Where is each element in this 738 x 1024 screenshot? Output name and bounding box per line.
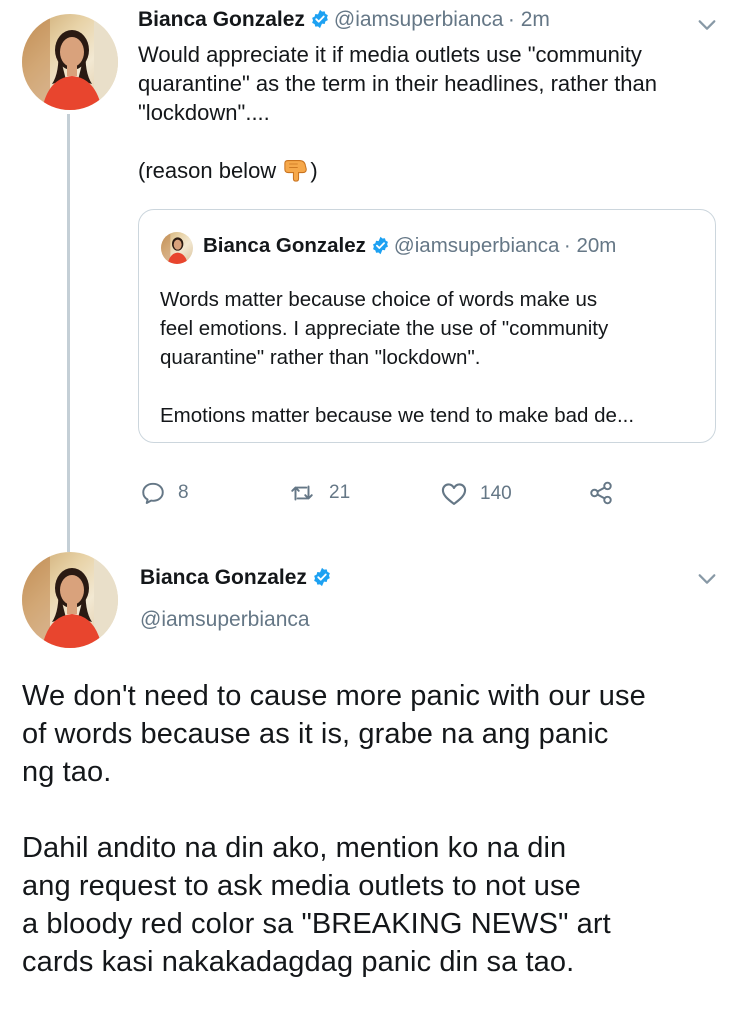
quoted-text-line: Emotions matter because we tend to make … — [160, 404, 635, 427]
tweet-text-line: We don't need to cause more panic with o… — [22, 680, 646, 712]
reason-close: ) — [310, 158, 318, 183]
profile-photo-icon — [22, 552, 118, 648]
tweet-header: Bianca Gonzalez @iamsuperbianca · 2m — [138, 8, 550, 32]
profile-photo-icon — [161, 232, 188, 264]
like-button[interactable]: 140 — [440, 480, 512, 508]
share-button[interactable] — [588, 480, 626, 506]
quoted-text-line: Words matter because choice of words mak… — [160, 288, 598, 311]
tweet-text-line: Would appreciate it if media outlets use… — [138, 42, 642, 67]
chevron-down-icon[interactable] — [696, 568, 718, 590]
reply-count: 8 — [178, 482, 189, 503]
author-name[interactable]: Bianca Gonzalez — [140, 566, 307, 589]
quoted-avatar — [161, 232, 193, 264]
tweet-text-line: cards kasi nakakadagdag panic din sa tao… — [22, 946, 575, 978]
quoted-author-name: Bianca Gonzalez — [203, 234, 366, 257]
thread-connector-line — [67, 114, 70, 552]
reply-button[interactable]: 8 — [140, 480, 189, 506]
tweet-reason-line: (reason below ) — [138, 156, 318, 185]
reason-text: (reason below — [138, 158, 283, 183]
quoted-text-line: feel emotions. I appreciate the use of "… — [160, 317, 609, 340]
tweet-text-line: Dahil andito na din ako, mention ko na d… — [22, 832, 567, 864]
avatar[interactable] — [22, 552, 118, 648]
tweet2-header: Bianca Gonzalez — [140, 566, 336, 590]
pointing-down-hand-emoji-icon — [284, 160, 308, 182]
reply-icon — [142, 482, 164, 504]
quoted-header: Bianca Gonzalez @iamsuperbianca · 20m — [203, 234, 616, 258]
tweet-text-line: a bloody red color sa "BREAKING NEWS" ar… — [22, 908, 611, 940]
retweet-icon — [291, 485, 313, 501]
author-name[interactable]: Bianca Gonzalez — [138, 8, 305, 31]
tweet-text-line: ng tao. — [22, 756, 112, 788]
verified-badge-icon — [312, 9, 328, 29]
tweet-text-line: ang request to ask media outlets to not … — [22, 870, 581, 902]
quoted-text-line: quarantine" rather than "lockdown". — [160, 346, 481, 369]
quoted-timestamp: · 20m — [563, 234, 617, 257]
chevron-down-icon[interactable] — [696, 14, 718, 36]
like-count: 140 — [480, 483, 512, 504]
quoted-author-handle: @iamsuperbianca — [393, 234, 560, 257]
verified-badge-icon — [314, 567, 330, 587]
retweet-count: 21 — [329, 482, 351, 503]
tweet-text-line: of words because as it is, grabe na ang … — [22, 718, 609, 750]
verified-badge-icon — [372, 236, 388, 255]
avatar[interactable] — [22, 14, 118, 110]
author-handle[interactable]: @iamsuperbianca — [140, 608, 310, 632]
profile-photo-icon — [22, 14, 118, 110]
tweet-text-line: quarantine" as the term in their headlin… — [138, 71, 658, 96]
heart-icon — [441, 483, 467, 505]
retweet-button[interactable]: 21 — [287, 480, 350, 506]
tweet-body: Would appreciate it if media outlets use… — [138, 40, 718, 127]
share-icon — [590, 481, 612, 505]
tweet-timestamp[interactable]: · 2m — [508, 8, 550, 31]
quoted-text: Words matter because choice of words mak… — [160, 285, 710, 430]
quoted-tweet-card[interactable]: Bianca Gonzalez @iamsuperbianca · 20m Wor… — [138, 209, 716, 443]
tweet-text-line: "lockdown".... — [138, 100, 270, 125]
author-handle[interactable]: @iamsuperbianca — [334, 8, 504, 31]
focused-tweet-body: We don't need to cause more panic with o… — [22, 677, 732, 981]
